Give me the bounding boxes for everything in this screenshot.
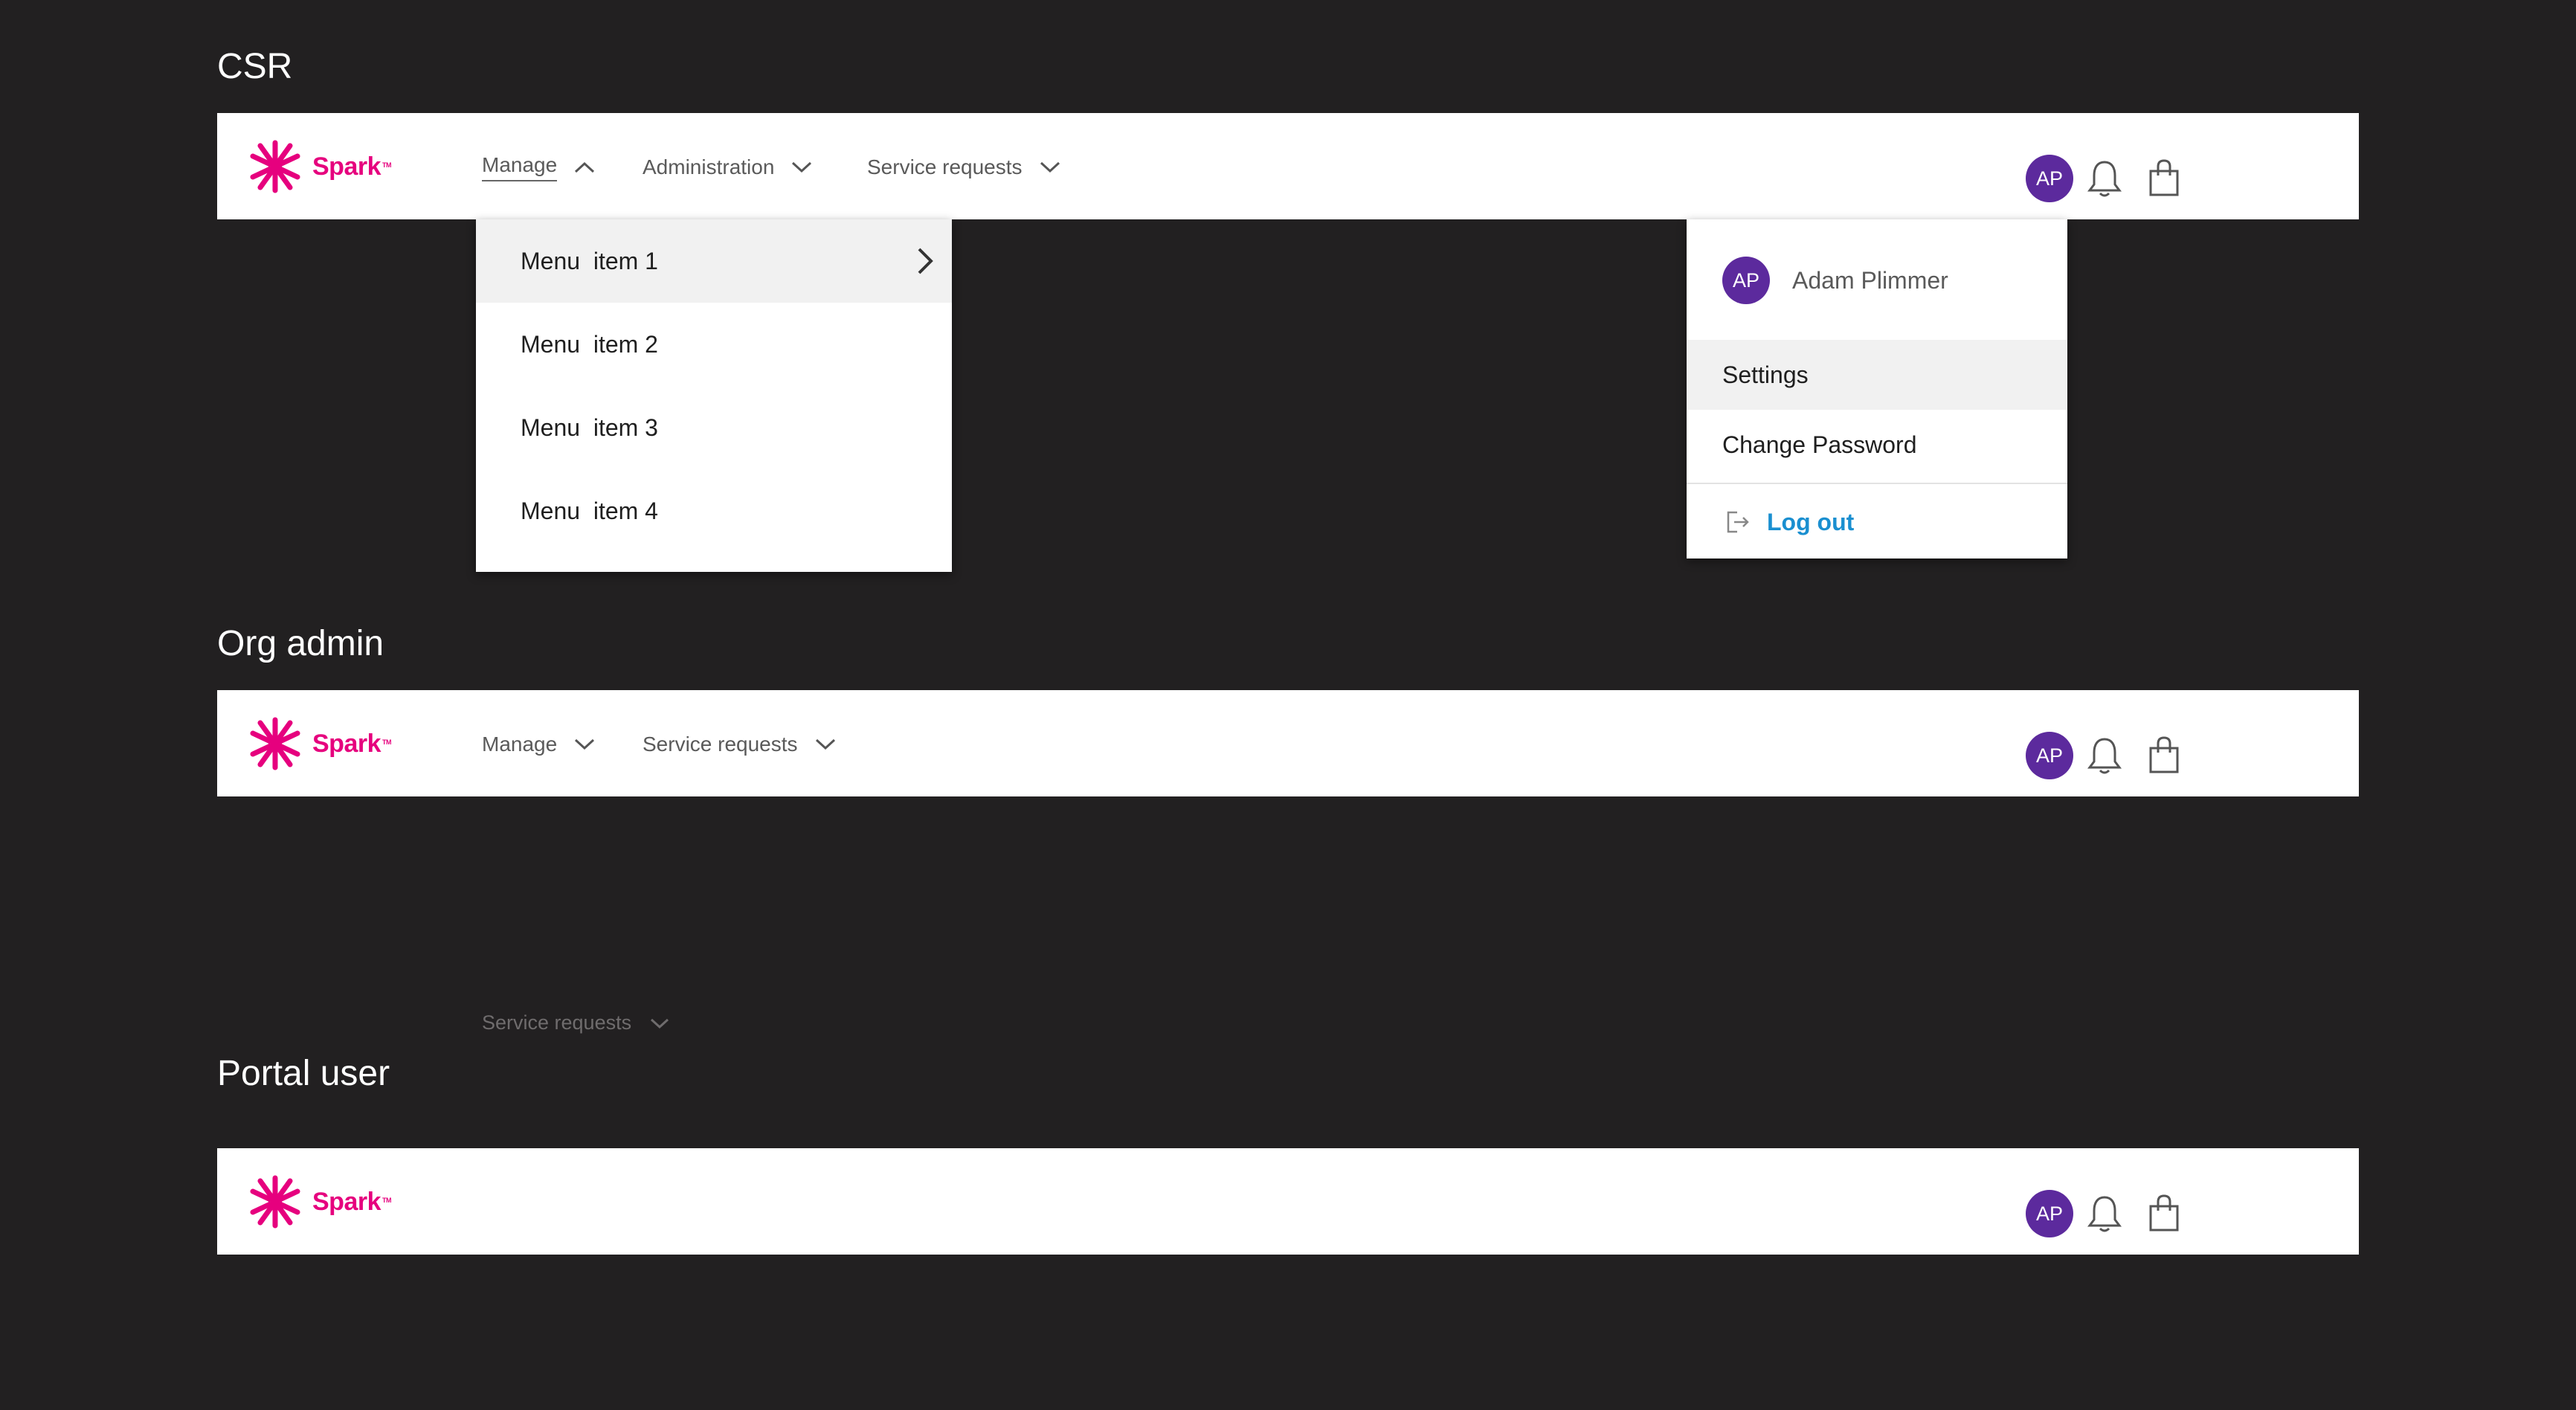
menu-item-2[interactable]: Menu item 2 xyxy=(476,303,952,386)
change-password-label: Change Password xyxy=(1722,431,1917,458)
logo-wordmark: Spark TM xyxy=(312,1187,392,1216)
nav-administration-label: Administration xyxy=(643,155,775,178)
avatar[interactable]: AP xyxy=(2026,1190,2073,1237)
chevron-down-icon xyxy=(575,738,595,750)
shopping-bag-icon[interactable] xyxy=(2145,1193,2183,1234)
settings-label: Settings xyxy=(1722,361,1809,388)
chevron-down-icon xyxy=(1040,161,1060,173)
user-dropdown-menu: AP Adam Plimmer Settings Change Password… xyxy=(1687,219,2067,558)
header-actions: AP xyxy=(2026,732,2189,779)
change-password-menu-item[interactable]: Change Password xyxy=(1687,410,2067,480)
logout-label: Log out xyxy=(1767,508,1855,535)
menu-item-label: Menu item 2 xyxy=(521,330,658,358)
nav-manage-label: Manage xyxy=(482,153,558,181)
csr-navbar: Spark TM Manage Administration Service re… xyxy=(217,113,2359,219)
bell-icon[interactable] xyxy=(2085,158,2124,199)
nav-manage[interactable]: Manage xyxy=(482,727,596,762)
avatar[interactable]: AP xyxy=(2026,155,2073,202)
shopping-bag-icon[interactable] xyxy=(2145,735,2183,776)
nav-service-requests[interactable]: Service requests xyxy=(867,150,1061,184)
spark-star-icon xyxy=(250,140,300,193)
user-profile-row: AP Adam Plimmer xyxy=(1687,257,2067,304)
chevron-down-icon xyxy=(792,161,812,173)
nav-administration[interactable]: Administration xyxy=(643,150,813,184)
bell-icon[interactable] xyxy=(2085,735,2124,776)
settings-menu-item[interactable]: Settings xyxy=(1687,340,2067,410)
menu-item-label: Menu item 3 xyxy=(521,413,658,441)
menu-item-1[interactable]: Menu item 1 xyxy=(476,219,952,303)
spark-logo[interactable]: Spark TM xyxy=(245,138,409,195)
nav-service-requests[interactable]: Service requests xyxy=(643,727,837,762)
user-name: Adam Plimmer xyxy=(1792,266,1948,294)
logo-wordmark: Spark TM xyxy=(312,729,392,758)
chevron-down-icon xyxy=(815,738,835,750)
org-admin-navbar: Spark TM Manage Service requests AP xyxy=(217,690,2359,796)
nav-manage[interactable]: Manage xyxy=(482,150,596,184)
menu-item-label: Menu item 1 xyxy=(521,247,658,274)
nav-service-requests-label: Service requests xyxy=(643,733,798,756)
avatar: AP xyxy=(1722,257,1770,304)
floating-service-requests: Service requests xyxy=(482,1011,670,1034)
chevron-up-icon xyxy=(575,161,595,173)
portal-user-navbar: Spark TM AP xyxy=(217,1148,2359,1255)
spark-star-icon xyxy=(250,1175,300,1229)
avatar[interactable]: AP xyxy=(2026,732,2073,779)
menu-item-label: Menu item 4 xyxy=(521,497,658,524)
section-title-org-admin: Org admin xyxy=(217,624,384,663)
spark-star-icon xyxy=(250,717,300,770)
spark-logo[interactable]: Spark TM xyxy=(245,1174,409,1230)
menu-item-3[interactable]: Menu item 3 xyxy=(476,386,952,469)
logout-icon xyxy=(1727,511,1749,533)
section-title-csr: CSR xyxy=(217,47,293,86)
section-title-portal-user: Portal user xyxy=(217,1054,390,1093)
logo-wordmark: Spark TM xyxy=(312,152,392,181)
header-actions: AP xyxy=(2026,1190,2189,1237)
chevron-down-icon xyxy=(651,1018,669,1028)
shopping-bag-icon[interactable] xyxy=(2145,158,2183,199)
menu-item-4[interactable]: Menu item 4 xyxy=(476,469,952,553)
bell-icon[interactable] xyxy=(2085,1193,2124,1234)
manage-dropdown-menu: Menu item 1 Menu item 2 Menu item 3 Menu… xyxy=(476,219,952,572)
logout-menu-item[interactable]: Log out xyxy=(1687,486,2067,558)
floating-service-requests-label: Service requests xyxy=(482,1011,632,1034)
nav-manage-label: Manage xyxy=(482,733,558,756)
menu-divider xyxy=(1687,483,2067,484)
header-actions: AP xyxy=(2026,155,2189,202)
spark-logo[interactable]: Spark TM xyxy=(245,715,409,772)
nav-service-requests-label: Service requests xyxy=(867,155,1023,178)
chevron-right-icon xyxy=(918,248,933,274)
